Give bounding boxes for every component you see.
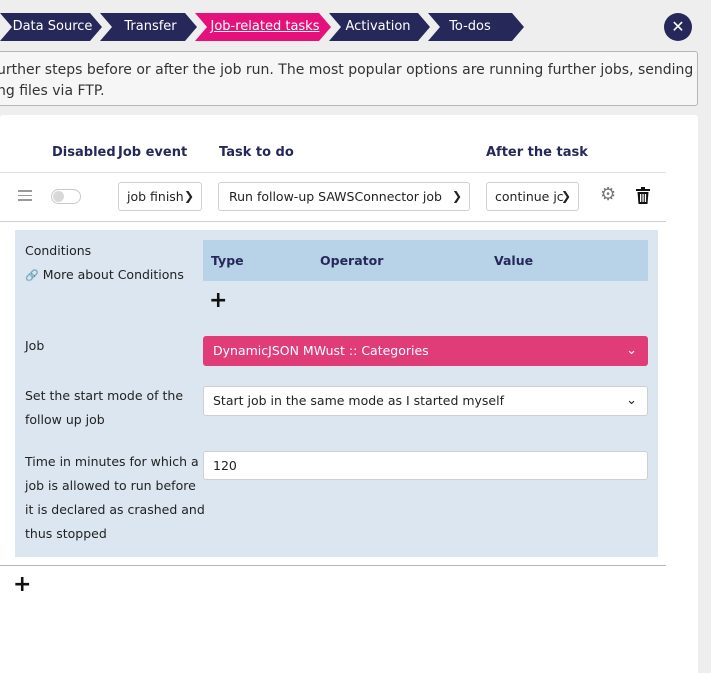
divider [0,172,666,173]
breadcrumb-job-related-tasks[interactable]: Job-related tasks [205,13,325,41]
job-label: Job [25,338,45,353]
link-icon: 🔗 [25,269,39,282]
column-type: Type [211,253,244,268]
divider [0,565,666,566]
start-mode-label-line-2: follow up job [25,412,105,427]
timeout-label-line-1: Time in minutes for which a [25,454,199,469]
disabled-toggle[interactable] [51,189,81,204]
job-event-value: job finish [127,189,184,204]
timeout-label: Time in minutes for which a job is allow… [25,450,205,546]
start-mode-value: Start job in the same mode as I started … [213,393,504,408]
header-disabled: Disabled [52,145,116,160]
timeout-value: 120 [213,458,237,473]
info-line-1: urther steps before or after the job run… [0,62,698,78]
timeout-label-line-3: it is declared as crashed and [25,502,205,517]
after-task-select[interactable]: continue jc ❯ [486,182,579,211]
close-button[interactable]: ✕ [664,13,692,41]
info-line-2: ng files via FTP. [0,83,105,99]
header-job-event: Job event [118,145,188,160]
breadcrumb-data-source[interactable]: Data Source [10,13,95,41]
start-mode-label: Set the start mode of the follow up job [25,384,183,432]
conditions-label: Conditions [25,243,92,258]
divider [0,221,666,222]
after-task-value: continue jc [495,189,564,204]
breadcrumb-to-dos[interactable]: To-dos [435,13,505,41]
timeout-label-line-4: thus stopped [25,526,107,541]
breadcrumb: Data Source Transfer Job-related tasks A… [0,13,530,41]
chevron-down-icon: ❯ [451,189,462,203]
conditions-link[interactable]: 🔗 More about Conditions [25,263,184,288]
job-event-select[interactable]: job finish ❯ [118,182,202,211]
conditions-link-text: More about Conditions [42,267,184,282]
close-icon: ✕ [671,17,685,36]
conditions-table-header: Type Operator Value [203,240,648,281]
header-after-the-task: After the task [486,145,588,160]
timeout-input[interactable]: 120 [203,451,648,480]
plus-icon: + [13,572,32,597]
plus-icon: + [209,288,228,313]
start-mode-select[interactable]: Start job in the same mode as I started … [203,386,648,416]
chevron-down-icon: ⌄ [626,343,637,358]
info-box: urther steps before or after the job run… [0,51,698,106]
task-value: Run follow-up SAWSConnector job [229,189,442,204]
start-mode-label-line-1: Set the start mode of the [25,388,184,403]
chevron-down-icon: ⌄ [626,393,637,408]
gear-icon[interactable]: ⚙ [600,186,618,204]
breadcrumb-activation[interactable]: Activation [337,13,419,41]
breadcrumb-transfer[interactable]: Transfer [108,13,193,41]
trash-icon[interactable] [636,187,650,204]
column-operator: Operator [320,253,384,268]
job-value: DynamicJSON MWust :: Categories [213,343,429,358]
drag-handle-icon[interactable] [18,190,32,204]
add-condition-button[interactable]: + [209,290,227,312]
job-select[interactable]: DynamicJSON MWust :: Categories ⌄ [203,336,648,366]
chevron-down-icon: ❯ [183,189,194,203]
chevron-down-icon: ❯ [560,189,571,203]
timeout-label-line-2: job is allowed to run before [25,478,196,493]
add-task-button[interactable]: + [13,574,31,596]
column-value: Value [494,253,534,268]
header-task-to-do: Task to do [219,145,294,160]
task-select[interactable]: Run follow-up SAWSConnector job ❯ [218,182,470,211]
